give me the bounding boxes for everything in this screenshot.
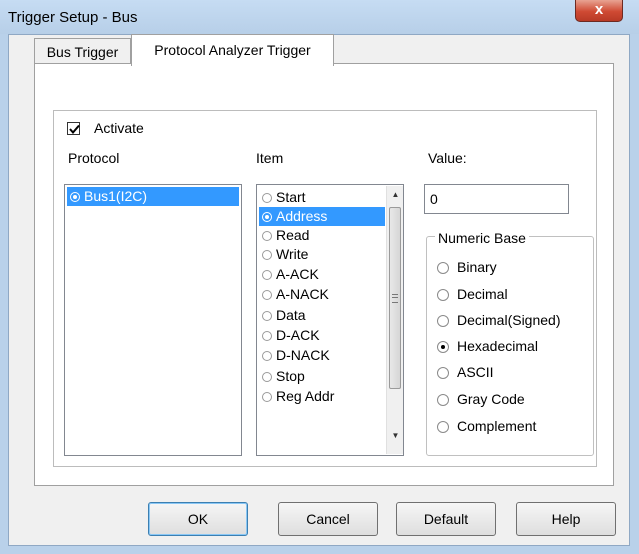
- radio-label: Gray Code: [457, 391, 525, 407]
- default-button[interactable]: Default: [396, 502, 496, 536]
- radio-icon: [437, 262, 449, 275]
- radio-gray-code[interactable]: Gray Code: [437, 391, 525, 407]
- tab-protocol-analyzer-trigger[interactable]: Protocol Analyzer Trigger: [131, 34, 334, 66]
- item-data[interactable]: Data: [259, 306, 385, 325]
- item-header: Item: [256, 150, 284, 166]
- item-write[interactable]: Write: [259, 245, 385, 264]
- radio-binary[interactable]: Binary: [437, 259, 497, 275]
- radio-label: Complement: [457, 418, 537, 434]
- radio-icon: [262, 193, 272, 204]
- item-label: D-NACK: [276, 347, 330, 363]
- window-title: Trigger Setup - Bus: [8, 9, 138, 26]
- radio-icon: [262, 311, 272, 322]
- arrow-down-icon[interactable]: ▼: [387, 427, 404, 444]
- item-label: Start: [276, 189, 306, 205]
- radio-icon: [70, 192, 80, 203]
- radio-icon: [262, 331, 272, 342]
- radio-icon: [262, 212, 272, 223]
- trigger-setup-window: Trigger Setup - Bus x Bus Trigger Protoc…: [0, 0, 639, 554]
- protocol-list[interactable]: Bus1(I2C): [64, 184, 242, 456]
- close-button[interactable]: x: [575, 0, 623, 22]
- radio-label: Decimal: [457, 286, 508, 302]
- ok-button[interactable]: OK: [148, 502, 248, 536]
- item-read[interactable]: Read: [259, 226, 385, 245]
- item-d-nack[interactable]: D-NACK: [259, 346, 385, 365]
- item-address[interactable]: Address: [259, 207, 385, 226]
- item-a-ack[interactable]: A-ACK: [259, 265, 385, 284]
- item-label: Stop: [276, 368, 305, 384]
- item-label: A-NACK: [276, 286, 329, 302]
- value-label: Value:: [428, 150, 467, 166]
- numeric-base-title: Numeric Base: [435, 230, 529, 246]
- grip-icon: [392, 294, 398, 303]
- radio-label: ASCII: [457, 364, 494, 380]
- radio-icon: [437, 421, 449, 434]
- item-reg-addr[interactable]: Reg Addr: [259, 387, 385, 406]
- activate-checkbox[interactable]: [67, 122, 80, 135]
- item-label: Address: [276, 208, 328, 224]
- title-bar[interactable]: Trigger Setup - Bus x: [0, 0, 639, 34]
- cancel-button[interactable]: Cancel: [278, 502, 378, 536]
- item-label: Write: [276, 246, 309, 262]
- radio-icon: [262, 372, 272, 383]
- value-input[interactable]: 0: [424, 184, 569, 214]
- item-label: Data: [276, 307, 306, 323]
- activate-label[interactable]: Activate: [94, 120, 144, 136]
- item-label: D-ACK: [276, 327, 320, 343]
- radio-icon: [262, 392, 272, 403]
- item-d-ack[interactable]: D-ACK: [259, 326, 385, 345]
- radio-icon: [262, 351, 272, 362]
- protocol-item-label: Bus1(I2C): [84, 188, 148, 204]
- arrow-up-icon[interactable]: ▲: [387, 186, 404, 203]
- item-list[interactable]: Start Address Read Write A-ACK A-NACK Da…: [256, 184, 404, 456]
- item-list-scrollbar[interactable]: ▲ ▼: [386, 186, 403, 454]
- radio-icon: [437, 341, 449, 354]
- radio-label: Decimal(Signed): [457, 312, 561, 328]
- item-label: Reg Addr: [276, 388, 335, 404]
- radio-complement[interactable]: Complement: [437, 418, 536, 434]
- radio-icon: [437, 394, 449, 407]
- radio-decimal[interactable]: Decimal: [437, 286, 508, 302]
- item-a-nack[interactable]: A-NACK: [259, 285, 385, 304]
- tab-bus-trigger[interactable]: Bus Trigger: [34, 38, 131, 64]
- help-button[interactable]: Help: [516, 502, 616, 536]
- radio-icon: [262, 290, 272, 301]
- item-stop[interactable]: Stop: [259, 367, 385, 386]
- scrollbar-thumb[interactable]: [389, 207, 401, 389]
- item-label: A-ACK: [276, 266, 319, 282]
- protocol-header: Protocol: [68, 150, 120, 166]
- radio-icon: [437, 367, 449, 380]
- radio-icon: [437, 315, 449, 328]
- radio-ascii[interactable]: ASCII: [437, 364, 494, 380]
- radio-label: Hexadecimal: [457, 338, 538, 354]
- radio-icon: [437, 289, 449, 302]
- radio-hexadecimal[interactable]: Hexadecimal: [437, 338, 538, 354]
- radio-decimal-signed[interactable]: Decimal(Signed): [437, 312, 560, 328]
- item-start[interactable]: Start: [259, 188, 385, 207]
- radio-icon: [262, 270, 272, 281]
- protocol-item-bus1[interactable]: Bus1(I2C): [67, 187, 239, 206]
- close-icon: x: [594, 1, 604, 18]
- checkmark-icon: [69, 124, 80, 135]
- radio-label: Binary: [457, 259, 497, 275]
- radio-icon: [262, 250, 272, 261]
- radio-icon: [262, 231, 272, 242]
- item-label: Read: [276, 227, 310, 243]
